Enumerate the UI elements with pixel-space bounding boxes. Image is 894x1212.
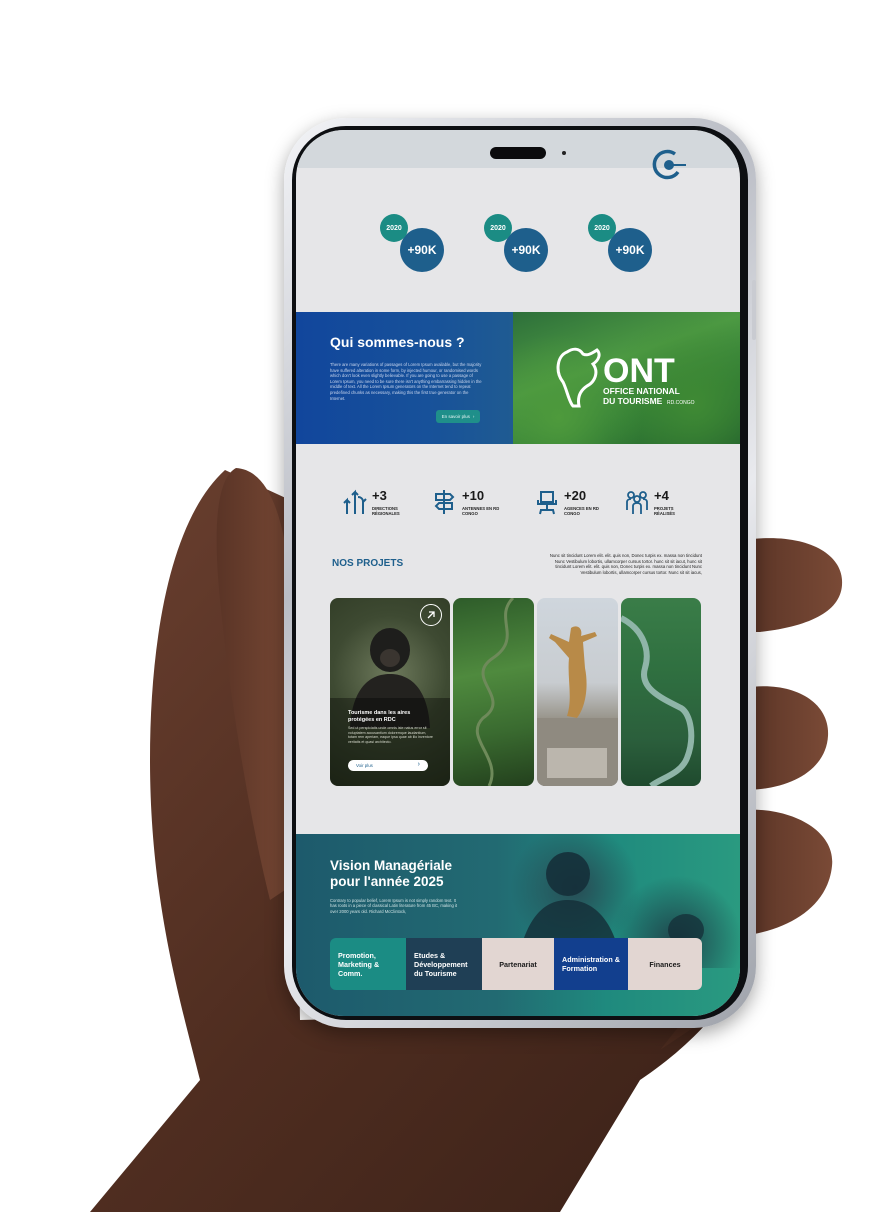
- stat-value: +90K: [608, 228, 652, 272]
- count-value: +4: [654, 488, 669, 503]
- count-item: +4 PROJETS RÉALISÉS: [624, 486, 704, 520]
- tab-label: Finances: [649, 959, 681, 969]
- about-panel: Qui sommes-nous ? There are many variati…: [296, 312, 513, 444]
- mockup-stage: 2020 +90K 2020 +90K 2020 +90K Qui sommes…: [0, 0, 894, 1212]
- delta-image: [621, 615, 695, 786]
- signpost-icon: [434, 490, 455, 514]
- stat-value: +90K: [400, 228, 444, 272]
- count-item: +3 DIRECTIONS RÉGIONALES: [342, 486, 422, 520]
- camera-dot: [562, 151, 566, 155]
- project-card-delta[interactable]: [621, 598, 701, 786]
- see-more-button[interactable]: Voir plus ›: [348, 760, 428, 771]
- logo-country: RD.CONGO: [667, 400, 695, 406]
- tab-partenariat[interactable]: Partenariat: [482, 938, 554, 990]
- stat-year: 2020: [380, 214, 408, 242]
- tab-label: Administration & Formation: [562, 955, 620, 973]
- department-tabs: Promotion, Marketing & Comm. Etudes & Dé…: [330, 938, 702, 990]
- project-card-title: Tourisme dans les aires protégées en RDC: [348, 710, 411, 723]
- tab-administration[interactable]: Administration & Formation: [554, 938, 628, 990]
- count-label: PROJETS RÉALISÉS: [654, 506, 675, 516]
- ont-logo-icon[interactable]: [648, 146, 686, 184]
- directions-icon: [343, 489, 367, 514]
- statue-image: [537, 626, 618, 786]
- logo-line1: OFFICE NATIONAL: [603, 386, 680, 396]
- learn-more-label: En savoir plus: [441, 414, 470, 419]
- project-card-statue[interactable]: [537, 598, 618, 786]
- count-label: ANTENNES EN RD CONGO: [462, 506, 500, 516]
- about-text: There are many variations of passages of…: [330, 362, 482, 401]
- vision-text: Contrary to popular belief, Lorem Ipsum …: [330, 898, 458, 914]
- projects-description: Nunc sit tincidunt Lorem elit. elit. qui…: [549, 553, 702, 575]
- stat-item: 2020 +90K: [380, 214, 454, 274]
- tab-label: Partenariat: [499, 959, 537, 969]
- logo-line2: DU TOURISME: [603, 396, 663, 406]
- count-item: +20 AGENCES EN RD CONGO: [534, 486, 614, 520]
- count-value: +10: [462, 488, 485, 503]
- project-card-featured[interactable]: Tourisme dans les aires protégées en RDC…: [330, 598, 450, 786]
- ont-brand-logo: ONT OFFICE NATIONAL DU TOURISME RD.CONGO: [556, 347, 695, 408]
- notch: [490, 147, 546, 159]
- landscape-image: ONT OFFICE NATIONAL DU TOURISME RD.CONGO: [513, 312, 740, 444]
- chevron-right-icon: ›: [417, 761, 420, 768]
- count-item: +10 ANTENNES EN RD CONGO: [432, 486, 512, 520]
- office-chair-icon: [537, 491, 557, 515]
- phone-screen: 2020 +90K 2020 +90K 2020 +90K Qui sommes…: [296, 130, 740, 1016]
- count-value: +3: [372, 488, 387, 503]
- stat-value: +90K: [504, 228, 548, 272]
- bonobo-image: [330, 628, 450, 786]
- project-card-text: Sed ut perspiciatis unde omnis iste natu…: [348, 726, 433, 744]
- status-bar: [296, 130, 740, 180]
- tab-etudes[interactable]: Etudes & Développement du Tourisme: [406, 938, 482, 990]
- chevron-right-icon: ›: [472, 414, 475, 419]
- vision-title: Vision Managériale pour l'année 2025: [330, 858, 453, 889]
- tab-promotion[interactable]: Promotion, Marketing & Comm.: [330, 938, 406, 990]
- about-section: Qui sommes-nous ? There are many variati…: [296, 312, 740, 444]
- see-more-label: Voir plus: [356, 763, 373, 768]
- open-project-button[interactable]: [420, 604, 442, 626]
- stat-item: 2020 +90K: [484, 214, 558, 274]
- project-card-river[interactable]: [453, 598, 534, 786]
- projects-title: NOS PROJETS: [332, 558, 404, 569]
- tab-finances[interactable]: Finances: [628, 938, 702, 990]
- stat-year: 2020: [588, 214, 616, 242]
- count-value: +20: [564, 488, 587, 503]
- people-icon: [626, 491, 648, 514]
- count-label: DIRECTIONS RÉGIONALES: [372, 506, 400, 516]
- vision-section: Vision Managériale pour l'année 2025 Con…: [296, 834, 740, 1016]
- learn-more-button[interactable]: En savoir plus ›: [436, 410, 480, 423]
- tab-label: Promotion, Marketing & Comm.: [338, 950, 380, 978]
- stat-item: 2020 +90K: [588, 214, 662, 274]
- logo-letters: ONT: [603, 352, 675, 390]
- about-title: Qui sommes-nous ?: [330, 334, 465, 350]
- stat-year: 2020: [484, 214, 512, 242]
- river-image: [475, 598, 515, 786]
- count-label: AGENCES EN RD CONGO: [564, 506, 599, 516]
- tab-label: Etudes & Développement du Tourisme: [414, 950, 468, 978]
- arrow-up-right-icon: [427, 611, 435, 619]
- phone-side-button: [752, 280, 756, 340]
